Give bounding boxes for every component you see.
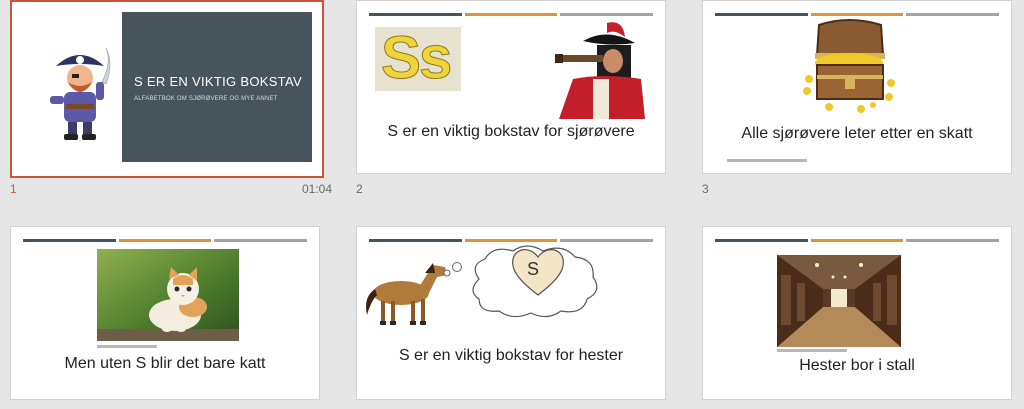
slide-4-canvas[interactable]: Men uten S blir det bare katt: [10, 226, 320, 400]
slide-caption: Alle sjørøvere leter etter en skatt: [741, 125, 973, 142]
kitten-photo: [97, 249, 239, 341]
pirate-cartoon-image: [50, 47, 111, 140]
decorative-stripes: [369, 239, 654, 242]
slide-caption: S er en viktig bokstav for sjørøvere: [387, 123, 635, 140]
slide-timing: 01:04: [301, 182, 332, 196]
slide-1-canvas[interactable]: S ER EN VIKTIG BOKSTAV ALFABETBOK OM SJØ…: [10, 0, 324, 178]
slide-6-canvas[interactable]: Hester bor i stall: [702, 226, 1012, 400]
slide-thumbnail-1[interactable]: S ER EN VIKTIG BOKSTAV ALFABETBOK OM SJØ…: [10, 0, 332, 196]
slide-thumbnail-3[interactable]: Alle sjørøvere leter etter en skatt 3: [702, 0, 1022, 196]
slide-caption: Men uten S blir det bare katt: [64, 355, 266, 372]
horse-image: [366, 263, 447, 325]
decorative-stripes: [369, 13, 654, 16]
slide-thumbnail-6[interactable]: Hester bor i stall: [702, 226, 1022, 400]
slide-number: 1: [10, 182, 17, 196]
slide-caption: Hester bor i stall: [799, 357, 915, 374]
letter-s-image: Ss: [375, 24, 461, 92]
slide-thumbnail-4[interactable]: Men uten S blir det bare katt: [10, 226, 330, 400]
decorative-stripes: [715, 13, 1000, 16]
slide-thumbnail-5[interactable]: S S er en viktig bokstav for hester: [356, 226, 676, 400]
decorative-stripes: [715, 239, 1000, 242]
image-credit-line: [727, 159, 807, 162]
title-slide-box: S ER EN VIKTIG BOKSTAV ALFABETBOK OM SJØ…: [122, 12, 312, 162]
letter-s-image-text: Ss: [380, 24, 452, 92]
slide-3-canvas[interactable]: Alle sjørøvere leter etter en skatt: [702, 0, 1012, 174]
slide-title: S ER EN VIKTIG BOKSTAV: [134, 74, 302, 89]
slide-2-canvas[interactable]: Ss S er en viktig bokstav for sjørøvere: [356, 0, 666, 174]
image-credit-line: [777, 349, 847, 352]
heart-letter: S: [527, 259, 540, 279]
slide-caption: S er en viktig bokstav for hester: [398, 347, 624, 364]
stable-photo: [777, 255, 901, 347]
slide-number: 3: [702, 182, 709, 196]
slide-5-canvas[interactable]: S S er en viktig bokstav for hester: [356, 226, 666, 400]
decorative-stripes: [23, 239, 308, 242]
slide-thumbnail-2[interactable]: Ss S er en viktig bokstav for sjørøvere …: [356, 0, 676, 196]
slide-number: 2: [356, 182, 363, 196]
pirate-telescope-image: [553, 19, 645, 119]
slide-subtitle: ALFABETBOK OM SJØRØVERE OG MYE ANNET: [134, 96, 278, 102]
image-credit-line: [97, 345, 157, 348]
treasure-chest-image: [803, 19, 895, 113]
